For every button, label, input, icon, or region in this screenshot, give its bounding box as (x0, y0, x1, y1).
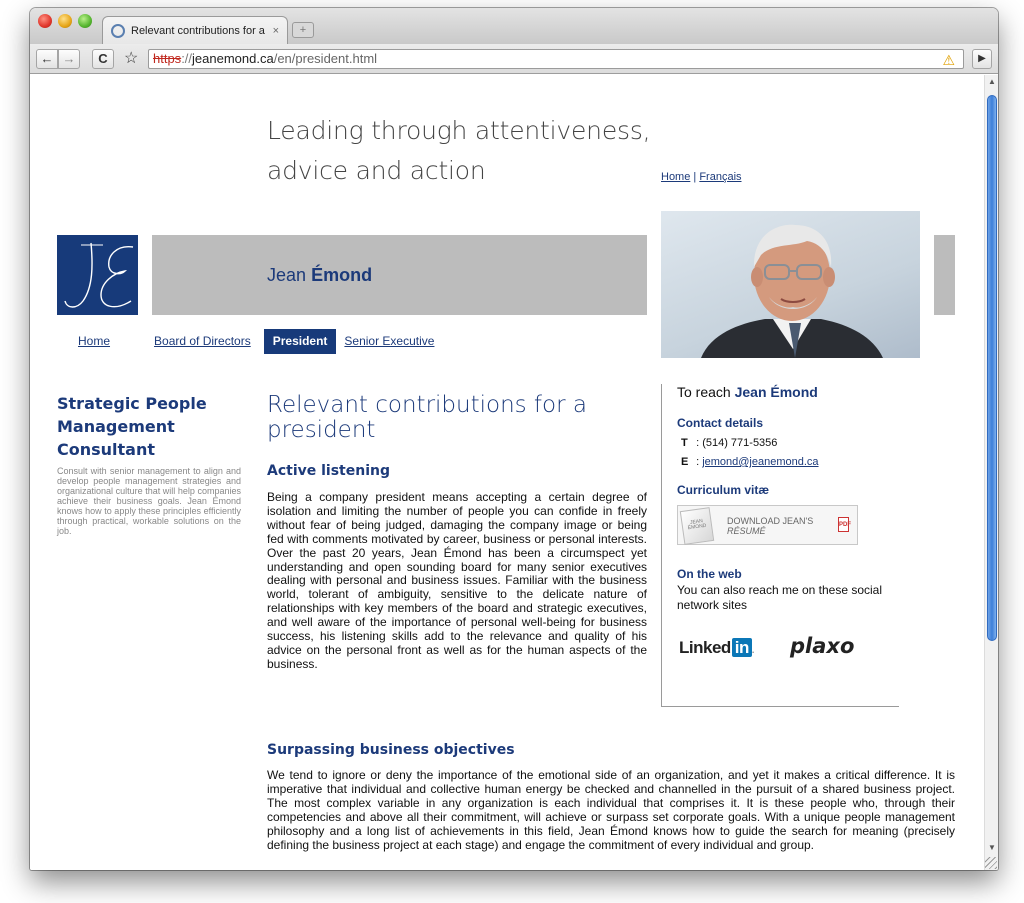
url-separator: :// (181, 51, 193, 66)
new-tab-button[interactable]: + (292, 22, 314, 38)
warning-icon[interactable]: ⚠ (942, 51, 955, 69)
nav-home[interactable]: Home (70, 329, 118, 354)
download-resume-label: DOWNLOAD JEAN'S RÉSUMÉ (727, 516, 813, 536)
url-scheme: https (153, 51, 182, 66)
sidebar-title: Strategic People Management Consultant (57, 394, 207, 459)
scroll-thumb[interactable] (987, 95, 997, 641)
tagline-line-1: Leading through attentiveness, (267, 116, 651, 145)
section-body-surpassing: We tend to ignore or deny the importance… (267, 768, 955, 852)
language-links: Home | Français (661, 171, 742, 183)
download-resume-button[interactable]: JEAN ÉMOND DOWNLOAD JEAN'S RÉSUMÉ PDF (677, 505, 858, 545)
vertical-scrollbar[interactable]: ▲ ▼ (984, 75, 998, 870)
reach-prefix: To reach (677, 384, 731, 400)
page-viewport: Leading through attentiveness, advice an… (30, 75, 998, 870)
site-tagline: Leading through attentiveness, advice an… (267, 111, 687, 191)
browser-window: Relevant contributions for a × + ← → C ☆… (30, 8, 998, 870)
banner-right-segment (934, 235, 955, 315)
favicon-icon (111, 23, 125, 38)
browser-toolbar: ← → C ☆ https://jeanemond.ca/en/presiden… (30, 44, 998, 74)
tab-close-icon[interactable]: × (273, 25, 279, 37)
on-the-web-heading: On the web (677, 567, 742, 581)
reach-name: Jean Émond (734, 384, 818, 400)
contact-heading: To reach Jean Émond (677, 384, 818, 400)
desktop: Relevant contributions for a × + ← → C ☆… (0, 0, 1024, 903)
back-button[interactable]: ← (36, 49, 58, 69)
consultant-name: Jean Émond (267, 265, 372, 286)
minimize-window-button[interactable] (58, 14, 72, 28)
web-page: Leading through attentiveness, advice an… (30, 75, 984, 870)
sidebar-description: Consult with senior management to align … (57, 466, 241, 536)
top-home-link[interactable]: Home (661, 171, 690, 183)
bookmark-star-icon[interactable]: ☆ (124, 51, 138, 67)
resume-document-icon: JEAN ÉMOND (679, 507, 715, 545)
email-separator: : (696, 456, 700, 468)
title-bar: Relevant contributions for a × + (30, 8, 998, 44)
link-separator: | (693, 171, 697, 183)
email-link[interactable]: jemond@jeanemond.ca (702, 456, 818, 468)
je-logo[interactable] (57, 235, 138, 315)
phone-label: T (681, 437, 688, 449)
url-host: jeanemond.ca (192, 51, 274, 66)
linkedin-word: Linked (679, 638, 731, 657)
name-first: Jean (267, 265, 307, 285)
url-path: /en/president.html (273, 51, 378, 66)
section-body-active-listening: Being a company president means acceptin… (267, 490, 647, 671)
browser-tab[interactable]: Relevant contributions for a × (102, 16, 288, 44)
nav-president-active[interactable]: President (263, 329, 337, 354)
phone-row: T : (514) 771-5356 (681, 437, 777, 449)
tab-title: Relevant contributions for a (131, 24, 265, 37)
page-menu-button[interactable]: ▶ (972, 49, 992, 69)
linkedin-logo-link[interactable]: Linked in. (679, 638, 754, 658)
name-banner (152, 235, 647, 315)
page-title: Relevant contributions for a president (267, 392, 587, 443)
phone-separator: : (696, 437, 700, 449)
download-resume-line1: DOWNLOAD JEAN'S (727, 516, 814, 526)
cv-heading: Curriculum vitæ (677, 483, 770, 497)
address-bar[interactable]: https://jeanemond.ca/en/president.html ⚠ (148, 49, 964, 69)
email-row: E : jemond@jeanemond.ca (681, 456, 819, 468)
linkedin-in-icon: in (731, 638, 752, 657)
main-navigation: Home Board of Directors President Senior… (57, 329, 442, 354)
portrait-photo (661, 211, 920, 358)
phone-number: (514) 771-5356 (702, 437, 778, 449)
pdf-icon: PDF (838, 517, 851, 532)
francais-link[interactable]: Français (699, 171, 741, 183)
section-heading-active-listening: Active listening (267, 463, 390, 479)
nav-senior-executive[interactable]: Senior Executive (336, 329, 442, 354)
contact-panel: To reach Jean Émond Contact details T : … (661, 384, 899, 707)
plaxo-logo-link[interactable]: plaxo (790, 634, 854, 658)
nav-board-of-directors[interactable]: Board of Directors (146, 329, 259, 354)
contact-details-heading: Contact details (677, 416, 764, 430)
je-monogram-icon (64, 242, 134, 308)
portrait-illustration (701, 224, 883, 358)
email-label: E (681, 456, 689, 468)
resize-grip-icon[interactable] (985, 857, 997, 869)
section-heading-surpassing: Surpassing business objectives (267, 742, 515, 758)
social-description: You can also reach me on these social ne… (677, 583, 883, 612)
name-last: Émond (311, 265, 373, 285)
scroll-up-arrow-icon[interactable]: ▲ (988, 77, 996, 86)
download-resume-line2: RÉSUMÉ (727, 526, 766, 536)
tagline-line-2: advice and action (267, 156, 486, 185)
forward-button[interactable]: → (58, 49, 80, 69)
reload-button[interactable]: C (92, 49, 114, 69)
scroll-down-arrow-icon[interactable]: ▼ (988, 843, 996, 852)
close-window-button[interactable] (38, 14, 52, 28)
linkedin-dot: . (751, 645, 755, 655)
zoom-window-button[interactable] (78, 14, 92, 28)
